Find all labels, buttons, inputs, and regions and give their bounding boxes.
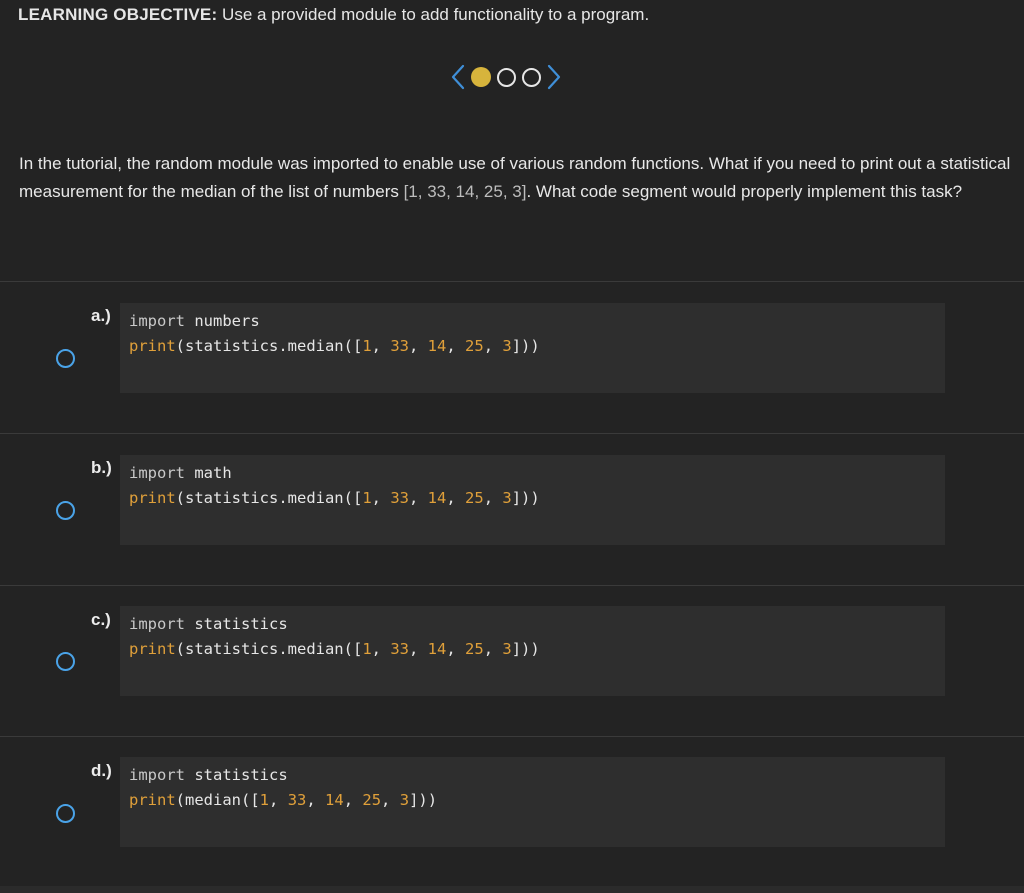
learning-objective: LEARNING OBJECTIVE: Use a provided modul… — [18, 4, 649, 26]
question-part-2: . What code segment would properly imple… — [526, 182, 963, 201]
option-letter: d.) — [91, 761, 112, 780]
radio-option-b[interactable] — [56, 501, 75, 520]
question-pager — [448, 62, 564, 92]
code-line-2: print(statistics.median([1, 33, 14, 25, … — [129, 640, 540, 658]
chevron-right-icon[interactable] — [544, 62, 564, 92]
option-letter: a.) — [91, 306, 111, 325]
objective-label: LEARNING OBJECTIVE: — [18, 5, 218, 24]
pager-dot-2[interactable] — [497, 67, 516, 87]
code-block: import statistics print(statistics.media… — [120, 606, 945, 696]
radio-option-d[interactable] — [56, 804, 75, 823]
code-line-1: import statistics — [129, 766, 288, 784]
code-line-2: print(statistics.median([1, 33, 14, 25, … — [129, 489, 540, 507]
objective-text: Use a provided module to add functionali… — [217, 5, 650, 24]
option-letter: b.) — [91, 458, 112, 477]
radio-option-c[interactable] — [56, 652, 75, 671]
answer-option-c[interactable]: c.) import statistics print(statistics.m… — [0, 586, 1024, 736]
code-block: import statistics print(median([1, 33, 1… — [120, 757, 945, 847]
code-line-1: import statistics — [129, 615, 288, 633]
code-line-2: print(median([1, 33, 14, 25, 3])) — [129, 791, 438, 809]
answer-option-b[interactable]: b.) import math print(statistics.median(… — [0, 434, 1024, 584]
option-letter: c.) — [91, 610, 111, 629]
code-line-2: print(statistics.median([1, 33, 14, 25, … — [129, 337, 540, 355]
pager-dot-3[interactable] — [522, 67, 541, 87]
radio-option-a[interactable] — [56, 349, 75, 368]
code-line-1: import math — [129, 464, 232, 482]
answer-option-a[interactable]: a.) import numbers print(statistics.medi… — [0, 282, 1024, 432]
code-line-1: import numbers — [129, 312, 260, 330]
chevron-left-icon[interactable] — [448, 62, 468, 92]
question-text: In the tutorial, the random module was i… — [19, 150, 1019, 206]
question-number-list: [1, 33, 14, 25, 3] — [403, 182, 527, 201]
answer-option-d[interactable]: d.) import statistics print(median([1, 3… — [0, 737, 1024, 887]
pager-dot-1[interactable] — [471, 67, 491, 87]
bottom-edge — [0, 886, 1024, 893]
quiz-page: LEARNING OBJECTIVE: Use a provided modul… — [0, 0, 1024, 893]
code-block: import math print(statistics.median([1, … — [120, 455, 945, 545]
code-block: import numbers print(statistics.median([… — [120, 303, 945, 393]
